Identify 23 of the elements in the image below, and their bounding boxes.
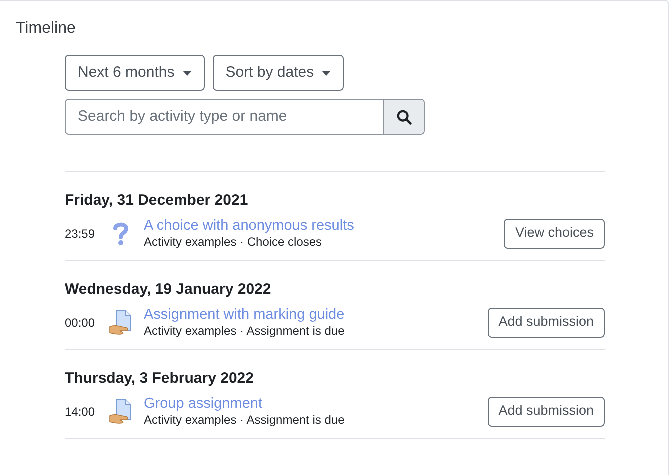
event-details: Activity examples · Assignment is due [144,324,346,339]
block-title: Timeline [16,19,77,39]
date-heading: Thursday, 3 February 2022 [65,370,255,388]
event-details: Activity examples · Assignment is due [144,413,346,428]
event-time: 14:00 [65,404,96,420]
search-button[interactable] [383,100,424,134]
caret-icon [322,70,332,76]
search-icon [396,110,412,124]
event-time: 23:59 [65,226,96,242]
search-field[interactable]: Search by activity type or name [65,99,425,135]
action-button[interactable]: Add submission [488,308,605,338]
question-mark-icon [113,222,129,246]
event-details: Activity examples · Choice closes [144,235,324,250]
caret-icon [182,70,192,76]
filter-dropdown[interactable]: Sort by dates [212,55,344,91]
action-button[interactable]: Add submission [488,396,605,426]
event-time: 00:00 [65,314,96,332]
document-hand-icon [109,310,133,336]
date-heading: Friday, 31 December 2021 [65,192,250,210]
filter-dropdown[interactable]: Next 6 months [65,55,205,91]
date-heading: Wednesday, 19 January 2022 [65,281,272,299]
action-button[interactable]: View choices [504,218,605,248]
document-hand-icon [109,398,133,424]
